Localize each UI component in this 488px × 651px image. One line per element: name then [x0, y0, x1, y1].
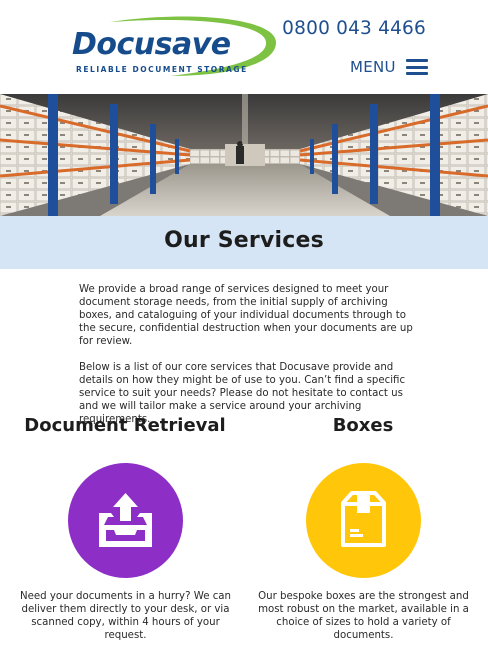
logo-tagline: RELIABLE DOCUMENT STORAGE: [76, 65, 248, 74]
tray-upload-icon: [99, 493, 152, 547]
docusave-logo[interactable]: Docusave RELIABLE DOCUMENT STORAGE: [70, 12, 280, 78]
hero-warehouse-image: [0, 94, 488, 216]
site-header: Docusave RELIABLE DOCUMENT STORAGE 0800 …: [0, 0, 488, 94]
service-circle-document-retrieval[interactable]: [68, 463, 183, 578]
service-circle-boxes[interactable]: [306, 463, 421, 578]
page-title: Our Services: [164, 228, 324, 253]
hamburger-icon: [405, 59, 428, 75]
box-icon: [341, 491, 386, 547]
service-description-document-retrieval: Need your documents in a hurry? We can d…: [19, 591, 232, 641]
logo-wordmark: Docusave: [72, 27, 231, 62]
phone-number-link[interactable]: 0800 043 4466: [282, 18, 426, 39]
menu-label: MENU: [350, 58, 396, 76]
service-description-boxes: Our bespoke boxes are the strongest and …: [258, 591, 469, 641]
service-title-document-retrieval[interactable]: Document Retrieval: [5, 415, 245, 436]
menu-button[interactable]: MENU: [350, 58, 428, 76]
service-title-boxes[interactable]: Boxes: [243, 415, 483, 436]
intro-paragraph-1: We provide a broad range of services des…: [79, 284, 413, 347]
warehouse-photo: [0, 94, 488, 216]
services-title-band: Our Services: [0, 216, 488, 269]
